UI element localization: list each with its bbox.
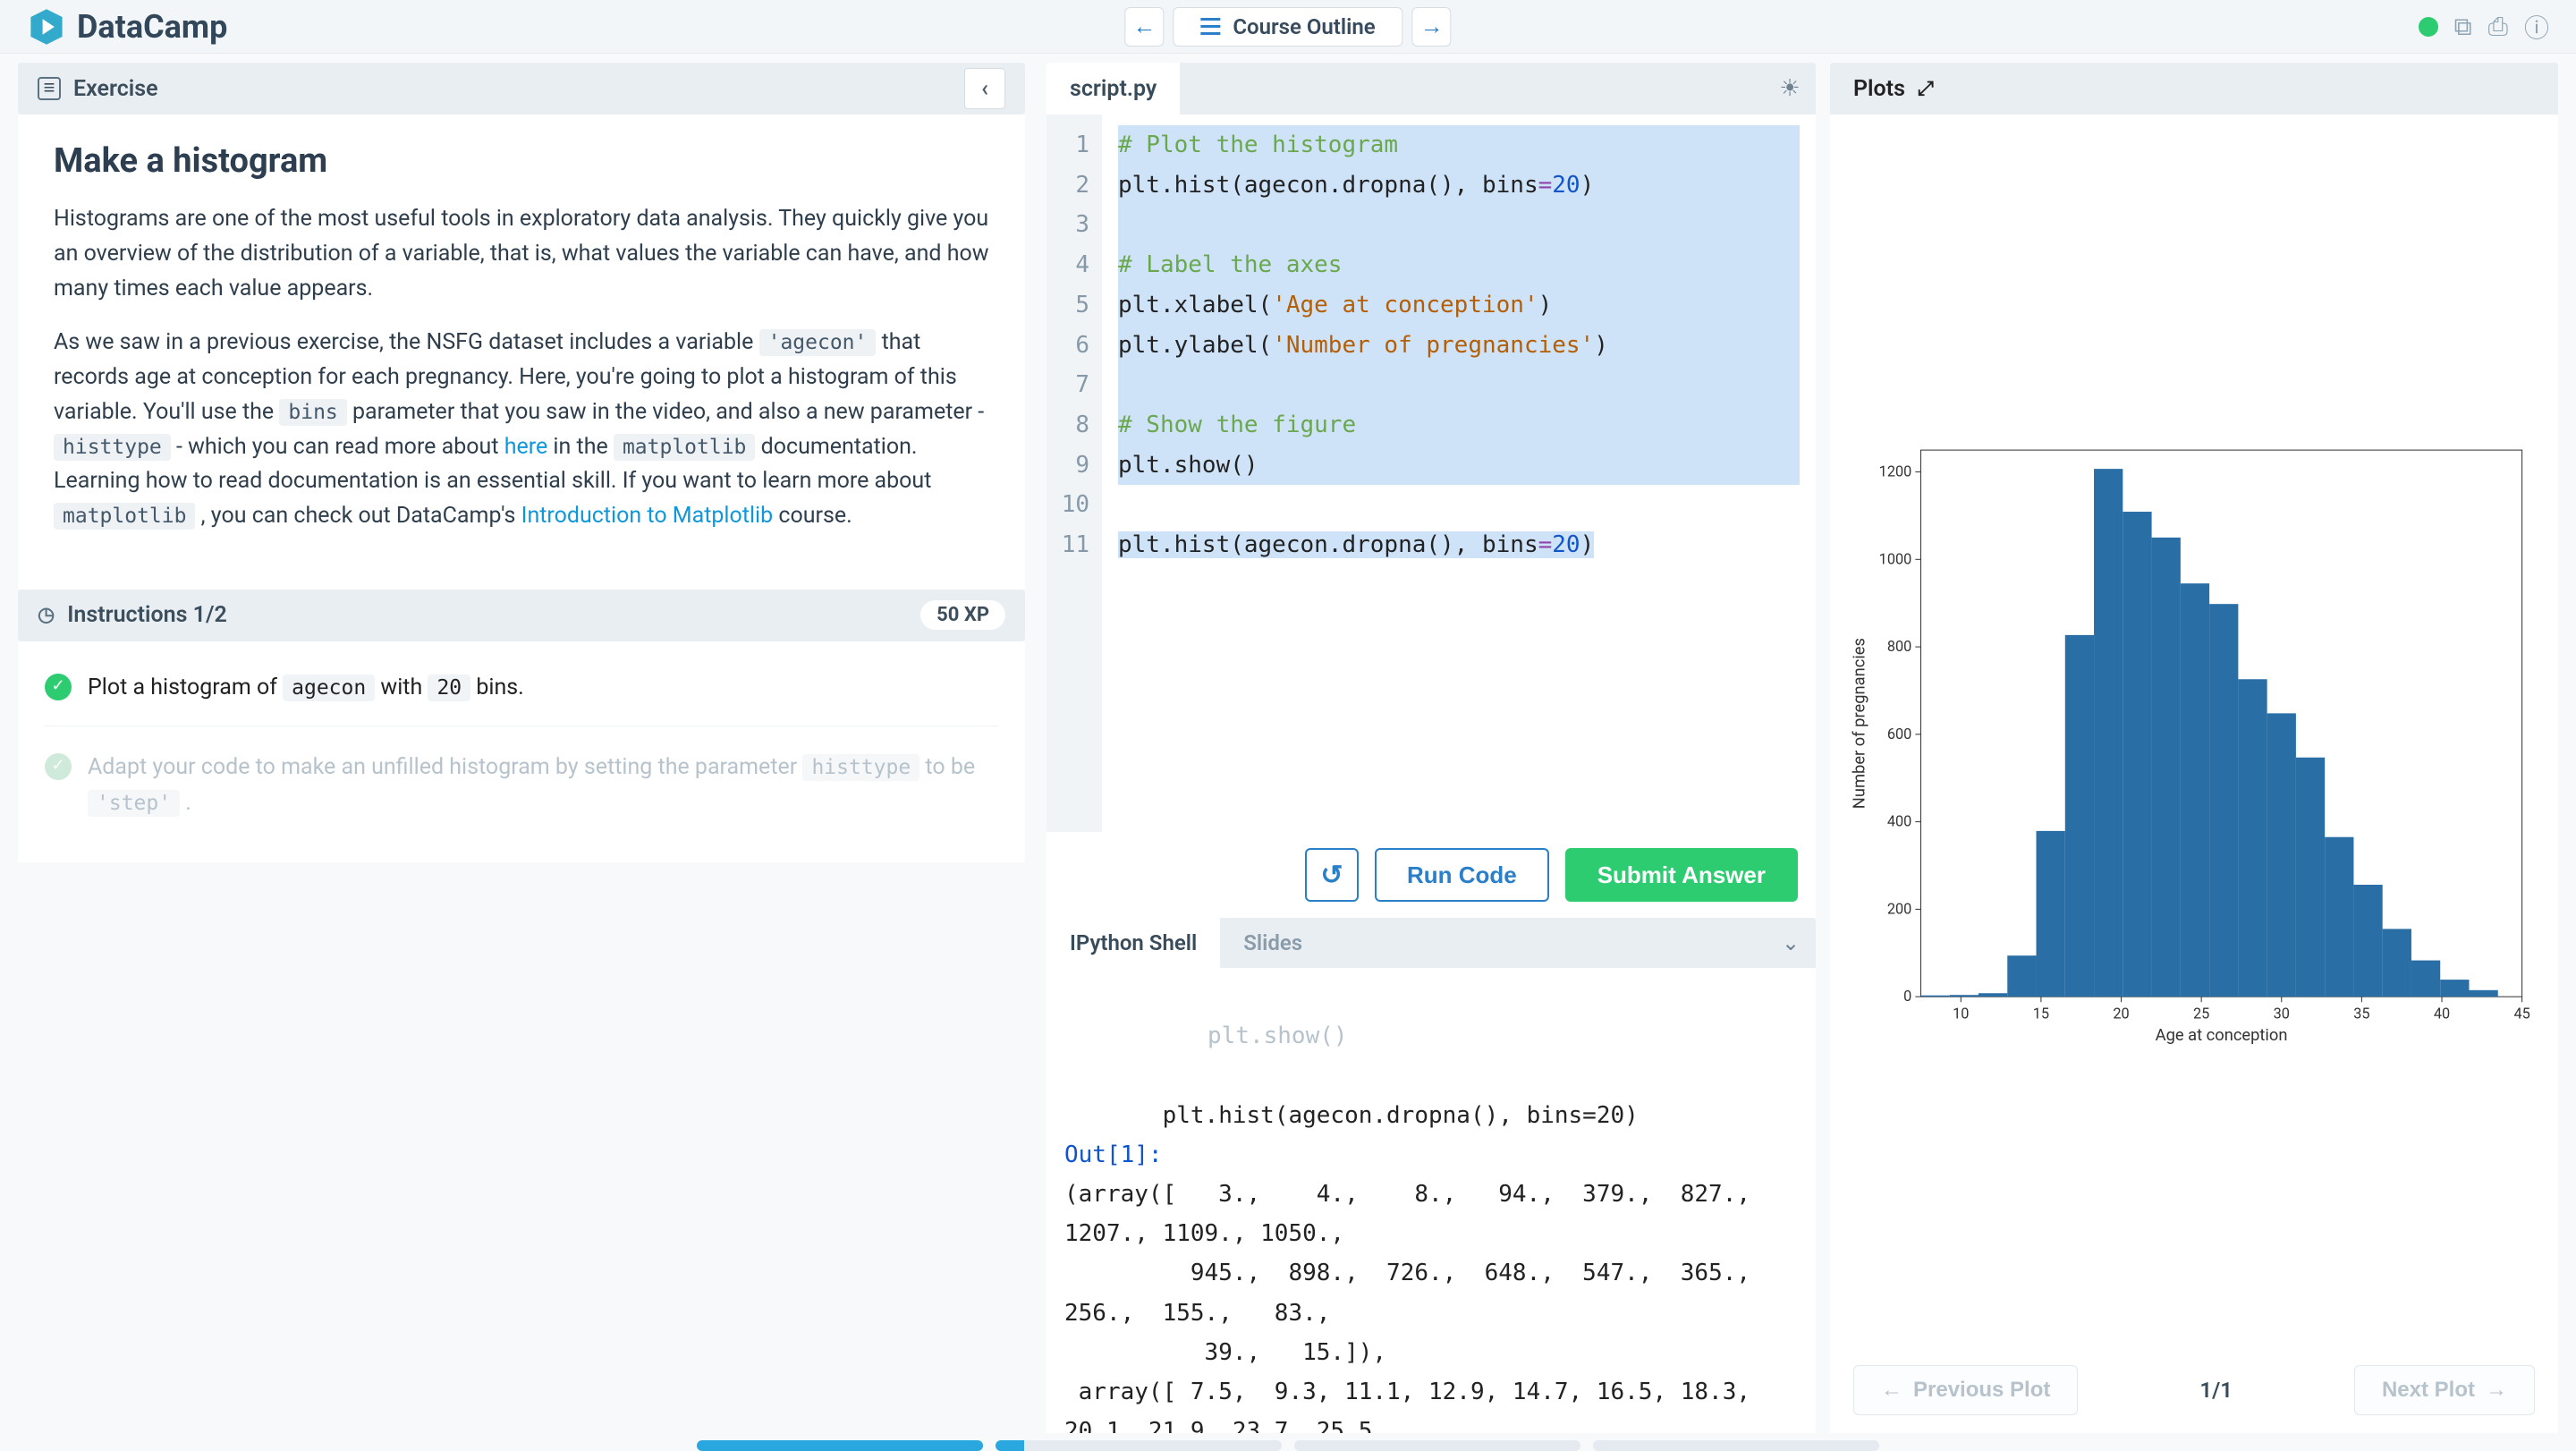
- course-progress-strip: [0, 1440, 2576, 1451]
- progress-segment: [697, 1440, 983, 1451]
- topbar: DataCamp ← Course Outline → ⧉ ⎙ ⓘ: [0, 0, 2576, 54]
- svg-text:45: 45: [2513, 1006, 2529, 1022]
- histogram-plot: 0 200 400 600 800 1000 1200 10 15 20 25 30 35 40 45 Age…: [1848, 132, 2540, 1351]
- plot-page-indicator: 1/1: [2199, 1378, 2233, 1403]
- progress-segment: [1294, 1440, 1580, 1451]
- svg-text:35: 35: [2353, 1006, 2369, 1022]
- course-outline-button[interactable]: Course Outline: [1173, 7, 1402, 47]
- ipython-console[interactable]: plt.show() plt.hist(agecon.dropna(), bin…: [1046, 968, 1816, 1433]
- course-outline-label: Course Outline: [1233, 14, 1375, 39]
- expand-plots-icon[interactable]: ⤢: [1918, 78, 1934, 100]
- editor-tabbar: script.py ☀: [1046, 63, 1816, 115]
- editor-actions: ↺ Run Code Submit Answer: [1046, 832, 1816, 918]
- console-tabbar: IPython Shell Slides ⌄: [1046, 918, 1816, 968]
- logo: DataCamp: [27, 7, 227, 47]
- tab-ipython-shell[interactable]: IPython Shell: [1046, 918, 1220, 968]
- svg-text:200: 200: [1887, 900, 1911, 917]
- svg-text:25: 25: [2193, 1006, 2209, 1022]
- exercise-paragraph-2: As we saw in a previous exercise, the NS…: [54, 326, 989, 534]
- plot-navigation: ← Previous Plot 1/1 Next Plot →: [1848, 1351, 2540, 1415]
- intro-matplotlib-link[interactable]: Introduction to Matplotlib: [521, 503, 774, 529]
- svg-text:Age at conception: Age at conception: [2156, 1026, 2288, 1045]
- info-icon[interactable]: ⓘ: [2524, 9, 2549, 45]
- exercise-paragraph-1: Histograms are one of the most useful to…: [54, 202, 989, 306]
- previous-plot-button[interactable]: ← Previous Plot: [1853, 1365, 2078, 1415]
- menu-icon: [1200, 18, 1220, 35]
- svg-text:600: 600: [1887, 726, 1911, 742]
- svg-text:15: 15: [2033, 1006, 2049, 1022]
- editor-tab-scriptpy[interactable]: script.py: [1046, 63, 1180, 115]
- plots-header-label: Plots: [1853, 76, 1905, 102]
- progress-segment: [996, 1440, 1282, 1451]
- tab-slides[interactable]: Slides: [1220, 918, 1326, 968]
- svg-text:Number of pregnancies: Number of pregnancies: [1850, 638, 1868, 809]
- svg-text:0: 0: [1903, 988, 1911, 1005]
- instructions-body: ✓ Plot a histogram of agecon with 20 bin…: [18, 641, 1025, 862]
- collapse-left-button[interactable]: ‹: [964, 68, 1005, 109]
- plot-area: 0 200 400 600 800 1000 1200 10 15 20 25 30 35 40 45 Age…: [1830, 115, 2558, 1433]
- plots-column: Plots ⤢ 0 200 400 600 800 1000 1200 10 15 20 25 30 3…: [1830, 63, 2558, 1433]
- check-icon: ✓: [45, 753, 72, 780]
- exercise-icon: ≡: [38, 77, 61, 100]
- export-pdf-icon[interactable]: ⎙: [2488, 12, 2508, 42]
- next-exercise-button[interactable]: →: [1412, 7, 1452, 47]
- exercise-title: Make a histogram: [54, 141, 989, 181]
- brand-text: DataCamp: [77, 8, 227, 46]
- instructions-header-label: Instructions 1/2: [67, 602, 227, 628]
- svg-text:1000: 1000: [1879, 550, 1912, 567]
- editor-theme-toggle-icon[interactable]: ☀: [1764, 75, 1816, 102]
- svg-text:40: 40: [2434, 1006, 2450, 1022]
- svg-text:400: 400: [1887, 813, 1911, 830]
- prev-exercise-button[interactable]: ←: [1124, 7, 1164, 47]
- instruction-step-2: ✓ Adapt your code to make an unfilled hi…: [45, 726, 998, 841]
- left-pane: ≡ Exercise ‹ Make a histogram Histograms…: [0, 54, 1043, 1451]
- progress-segment: [1593, 1440, 1879, 1451]
- instructions-icon: ◷: [38, 604, 55, 626]
- svg-text:20: 20: [2113, 1006, 2129, 1022]
- exercise-body: Make a histogram Histograms are one of t…: [18, 115, 1025, 590]
- check-icon: ✓: [45, 674, 72, 700]
- svg-text:800: 800: [1887, 638, 1911, 655]
- connection-status-dot: [2419, 17, 2438, 37]
- console-expand-icon[interactable]: ⌄: [1766, 930, 1816, 955]
- xp-pill: 50 XP: [920, 600, 1005, 630]
- reset-code-button[interactable]: ↺: [1305, 848, 1359, 902]
- instruction-step-1: ✓ Plot a histogram of agecon with 20 bin…: [45, 663, 998, 726]
- svg-text:10: 10: [1953, 1006, 1969, 1022]
- plots-header-bar: Plots ⤢: [1830, 63, 2558, 115]
- svg-text:1200: 1200: [1879, 463, 1912, 480]
- editor-console-column: script.py ☀ 1234567891011 # Plot the his…: [1046, 63, 1816, 1433]
- code-editor[interactable]: 1234567891011 # Plot the histogramplt.hi…: [1046, 115, 1816, 832]
- exercise-header-label: Exercise: [73, 76, 158, 102]
- exercise-header-bar: ≡ Exercise ‹: [18, 63, 1025, 115]
- datacamp-logo-icon: [27, 7, 66, 47]
- submit-answer-button[interactable]: Submit Answer: [1565, 848, 1798, 902]
- next-plot-button[interactable]: Next Plot →: [2354, 1365, 2535, 1415]
- svg-text:30: 30: [2274, 1006, 2290, 1022]
- here-link[interactable]: here: [504, 434, 548, 460]
- run-code-button[interactable]: Run Code: [1375, 848, 1549, 902]
- video-icon[interactable]: ⧉: [2454, 12, 2472, 42]
- instructions-header-bar: ◷ Instructions 1/2 50 XP: [18, 590, 1025, 641]
